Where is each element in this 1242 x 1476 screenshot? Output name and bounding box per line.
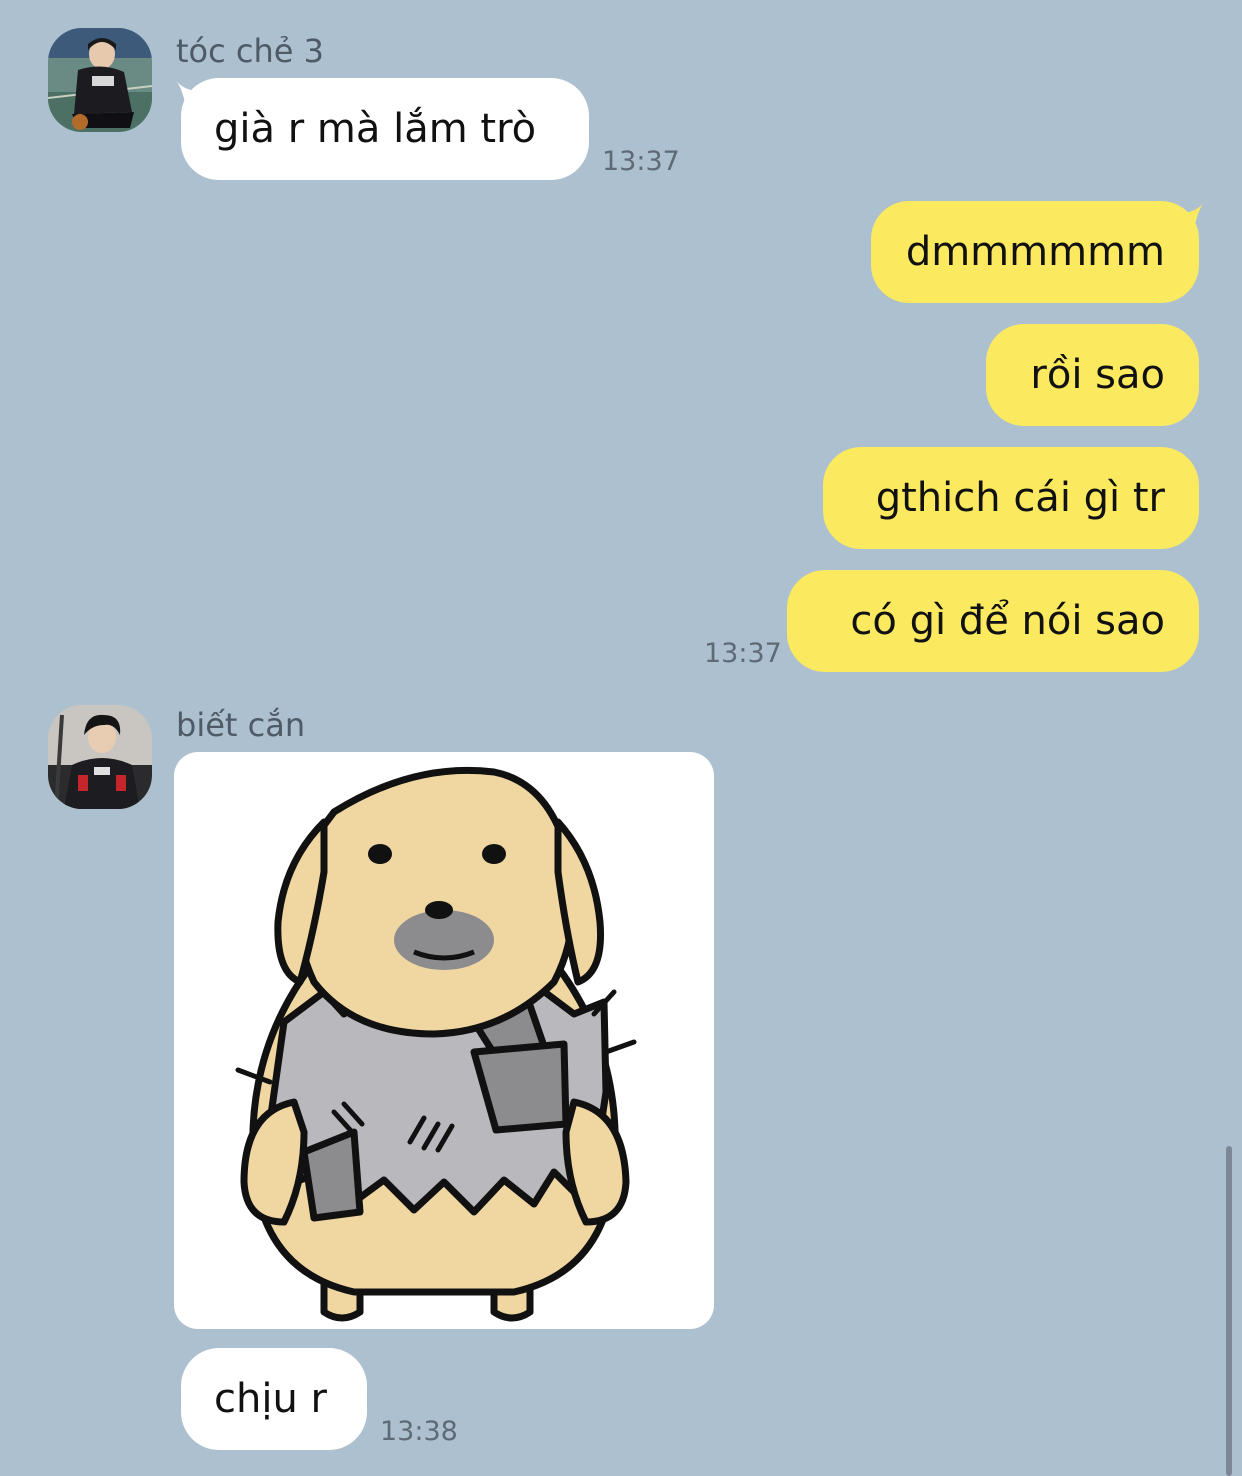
outgoing-message-bubble[interactable]: rồi sao	[986, 324, 1199, 426]
sticker-message[interactable]	[174, 752, 714, 1329]
sender-avatar[interactable]	[48, 705, 152, 809]
message-text: có gì để nói sao	[850, 598, 1165, 644]
incoming-message-bubble[interactable]: già r mà lắm trò	[181, 78, 589, 180]
outgoing-message-bubble[interactable]: gthich cái gì tr	[823, 447, 1199, 549]
sender-avatar[interactable]	[48, 28, 152, 132]
message-timestamp: 13:37	[704, 638, 782, 669]
sender-name: biết cắn	[176, 706, 306, 744]
message-text: gthich cái gì tr	[875, 475, 1165, 521]
message-timestamp: 13:37	[602, 146, 680, 177]
message-timestamp: 13:38	[380, 1416, 458, 1447]
outgoing-message-bubble[interactable]: dmmmmmm	[871, 201, 1199, 303]
message-text: chịu r	[214, 1376, 327, 1422]
message-text: già r mà lắm trò	[214, 106, 537, 152]
ragged-dog-sticker	[235, 766, 637, 1322]
outgoing-message-bubble[interactable]: có gì để nói sao	[787, 570, 1199, 672]
incoming-message-bubble[interactable]: chịu r	[181, 1348, 367, 1450]
chat-scrollbar[interactable]	[1226, 1146, 1232, 1476]
message-text: rồi sao	[1030, 352, 1165, 398]
message-text: dmmmmmm	[905, 229, 1165, 275]
sender-name: tóc chẻ 3	[176, 32, 324, 70]
